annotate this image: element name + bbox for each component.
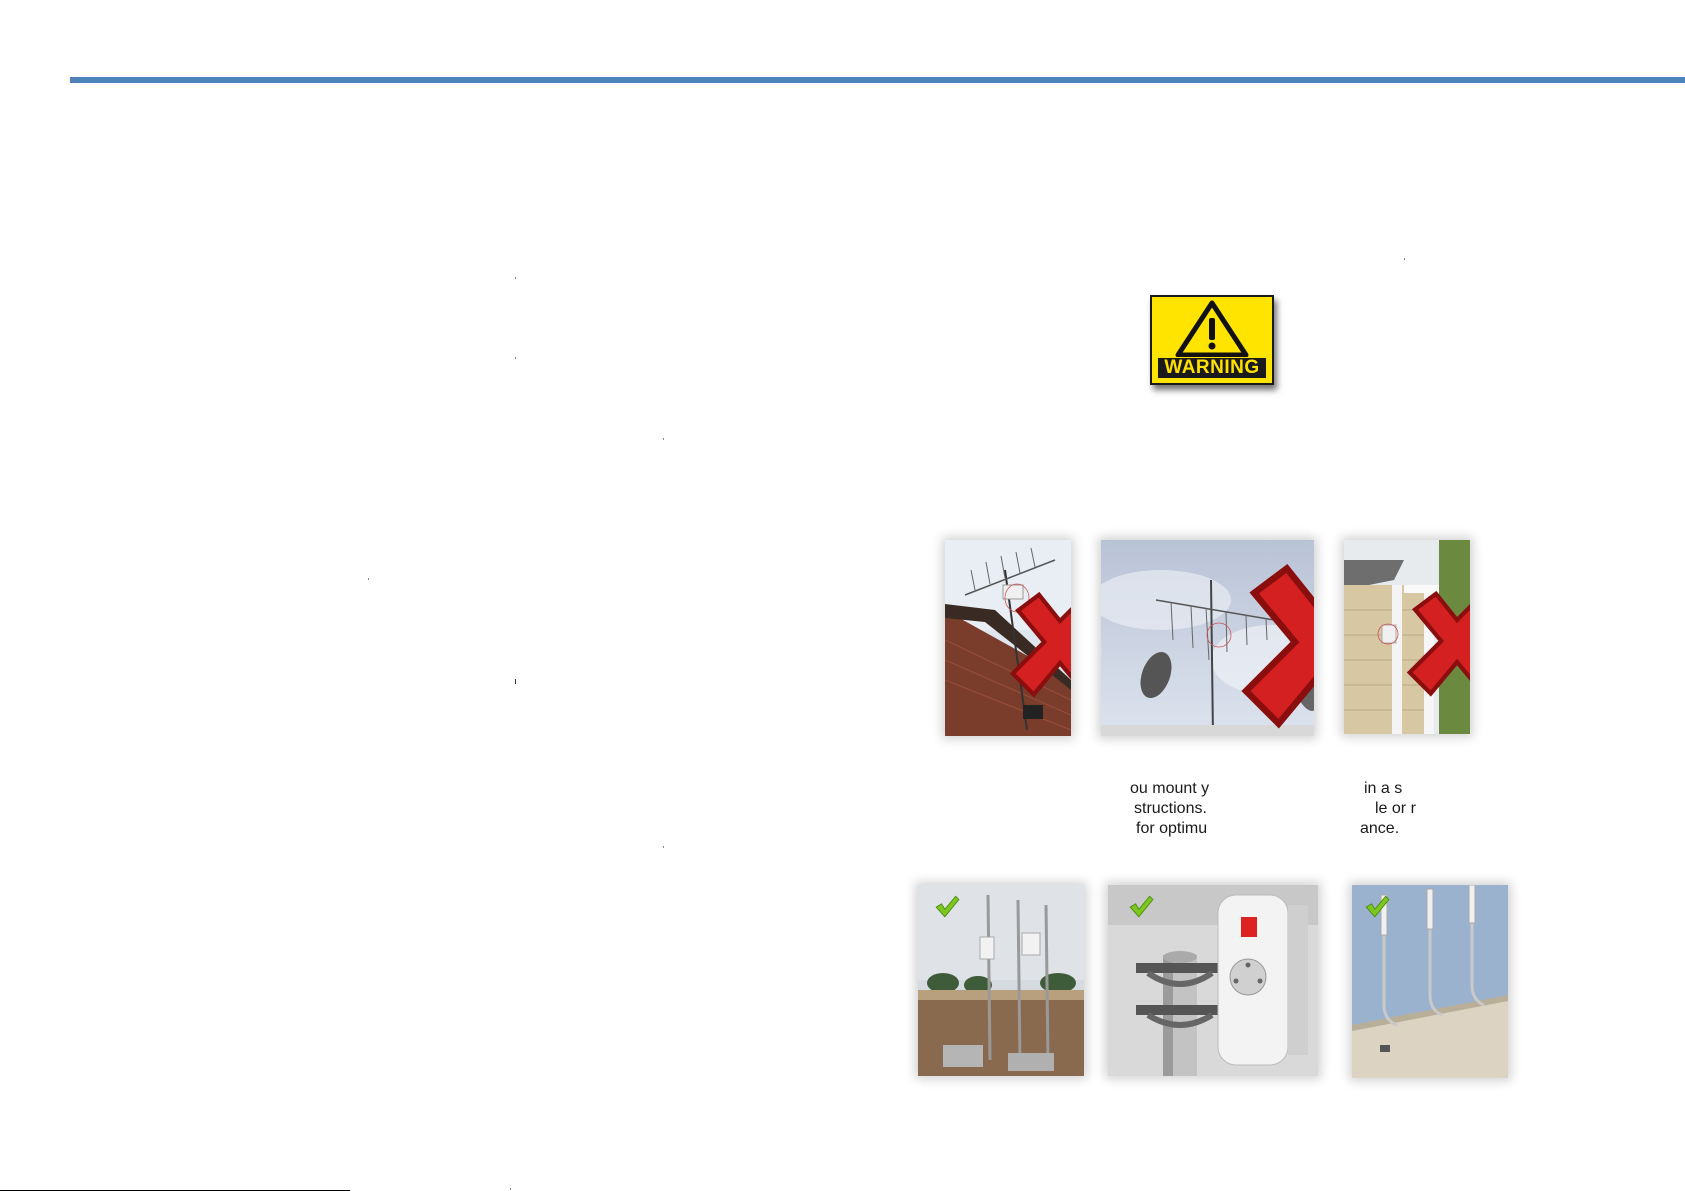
- speck: [510, 1188, 511, 1190]
- caption-fragment-left: ou mount y: [1130, 780, 1210, 797]
- header-rule: [70, 77, 1685, 83]
- photo-correct-rooftop-masts: [918, 885, 1084, 1076]
- speck: [515, 679, 516, 684]
- caption-fragment-right: in a s: [1364, 780, 1403, 797]
- photo-incorrect-mast: [945, 540, 1071, 736]
- speck: [515, 277, 516, 279]
- photo-correct-pole-bracket: [1108, 885, 1318, 1076]
- green-check-icon: [1129, 895, 1154, 918]
- speck: [663, 438, 664, 440]
- photo-correct-wall-masts: [1352, 885, 1508, 1078]
- caption-fragment-left: structions.: [1134, 800, 1207, 817]
- caption-line: for optimu ance.: [1120, 819, 1420, 839]
- speck: [515, 357, 516, 359]
- green-check-icon: [1365, 895, 1390, 918]
- caption-fragment-left: for optimu: [1136, 820, 1208, 837]
- speck: [1404, 258, 1405, 260]
- caption-fragment-right: ance.: [1360, 820, 1400, 837]
- speck: [368, 578, 369, 580]
- warning-sign: WARNING: [1150, 295, 1274, 385]
- speck: [663, 846, 664, 848]
- green-check-icon: [935, 895, 960, 918]
- photo-incorrect-tv-antennas: [1101, 540, 1314, 736]
- caption-fragment-right: le or r: [1375, 800, 1416, 817]
- red-x-icon: [1241, 563, 1314, 729]
- warning-label: WARNING: [1157, 357, 1267, 379]
- photo-incorrect-wall: [1344, 540, 1470, 734]
- red-x-icon: [1406, 590, 1470, 697]
- red-x-icon: [1009, 591, 1071, 698]
- caption-line: ou mount y in a s: [1120, 779, 1420, 799]
- caption-text: ou mount y in a s structions. le or r fo…: [1120, 779, 1420, 839]
- caption-line: structions. le or r: [1120, 799, 1420, 819]
